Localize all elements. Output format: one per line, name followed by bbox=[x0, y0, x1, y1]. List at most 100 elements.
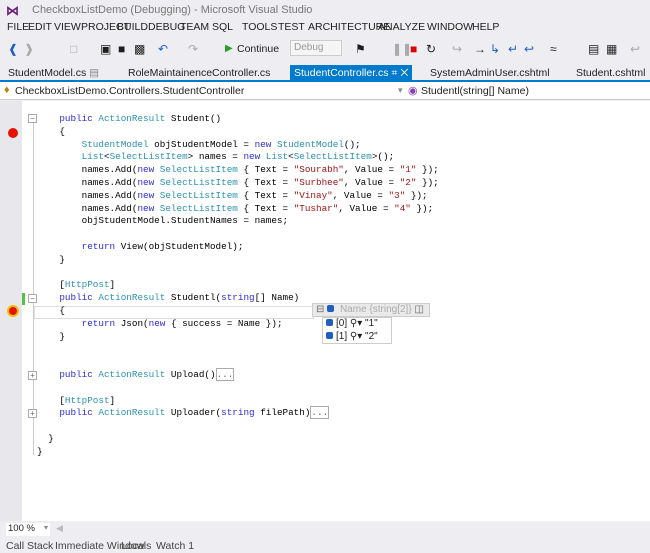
stop-icon[interactable]: ■ bbox=[410, 41, 417, 57]
tab-systemadminuser-cshtml[interactable]: SystemAdminUser.cshtml bbox=[426, 65, 554, 81]
close-icon[interactable]: ✕ bbox=[400, 67, 408, 79]
code-line: [HttpPost] bbox=[37, 278, 115, 291]
tab-watch-1[interactable]: Watch 1 bbox=[156, 540, 194, 552]
zoom-dropdown[interactable]: 100 % ▾ bbox=[6, 523, 50, 536]
tab-label: StudentController.cs bbox=[294, 67, 389, 79]
code-token: "Tushar" bbox=[293, 202, 339, 214]
tab-student-cshtml[interactable]: Student.cshtml bbox=[572, 65, 649, 81]
code-token: (); bbox=[343, 138, 361, 150]
menu-test[interactable]: TEST bbox=[278, 21, 305, 33]
code-token: { Text = bbox=[237, 177, 294, 188]
outline-line bbox=[33, 115, 34, 455]
menu-edit[interactable]: EDIT bbox=[28, 21, 52, 33]
item-value[interactable]: "2" bbox=[365, 331, 378, 342]
menu-team[interactable]: TEAM bbox=[180, 21, 209, 33]
member-dropdown[interactable]: Studentl(string[] Name) bbox=[421, 85, 529, 97]
pin-icon[interactable]: ◫ bbox=[414, 304, 423, 315]
menu-window[interactable]: WINDOW bbox=[427, 21, 473, 33]
save-icon[interactable]: ■ bbox=[118, 41, 125, 57]
magnifier-icon[interactable]: ⚲▾ bbox=[350, 318, 362, 329]
code-line: [HttpPost] bbox=[37, 394, 115, 407]
item-index: [1] bbox=[336, 330, 348, 342]
menu-view[interactable]: VIEW bbox=[54, 21, 81, 33]
redo-icon[interactable]: ↷ bbox=[188, 41, 198, 57]
class-dropdown[interactable]: CheckboxListDemo.Controllers.StudentCont… bbox=[15, 85, 244, 97]
code-token: "2" bbox=[399, 177, 417, 188]
expand-icon[interactable]: + bbox=[28, 409, 37, 418]
tab-studentcontroller-cs[interactable]: StudentController.cs ⌗ ✕ bbox=[290, 65, 413, 81]
stack-icon[interactable]: ▦ bbox=[606, 41, 617, 57]
magnifier-icon[interactable]: ⚲▾ bbox=[350, 331, 362, 342]
continue-icon[interactable]: ▶ bbox=[225, 41, 233, 57]
collapsed-region-button[interactable]: ... bbox=[215, 368, 235, 381]
show-next-icon[interactable]: ↪ bbox=[452, 41, 462, 57]
collapsed-region-button[interactable]: ... bbox=[310, 406, 330, 420]
expand-icon[interactable]: + bbox=[28, 371, 37, 380]
code-line: public ActionResult Student() bbox=[37, 112, 221, 125]
solution-config-dropdown[interactable]: Debug bbox=[290, 40, 342, 56]
editor-status-bar: 100 % ▾ ◀ bbox=[0, 522, 650, 537]
tab-label: Student.cshtml bbox=[576, 67, 646, 79]
menu-help[interactable]: HELP bbox=[472, 21, 499, 33]
continue-button[interactable]: Continue bbox=[237, 41, 279, 57]
tab-locals[interactable]: Locals bbox=[121, 540, 151, 552]
code-token: Student() bbox=[170, 113, 222, 124]
code-token: StudentModel bbox=[276, 138, 344, 150]
collapse-icon[interactable]: − bbox=[28, 294, 37, 303]
collapse-icon[interactable]: − bbox=[28, 114, 37, 123]
menu-analyze[interactable]: ANALYZE bbox=[378, 21, 425, 33]
tab-studentmodel-cs[interactable]: StudentModel.cs ▤ bbox=[4, 65, 103, 81]
step-into-icon[interactable]: → bbox=[474, 41, 486, 57]
undo-icon[interactable]: ↶ bbox=[158, 41, 168, 57]
menu-sql[interactable]: SQL bbox=[212, 21, 233, 33]
code-token: names.Add( bbox=[37, 177, 138, 188]
zoom-level: 100 % bbox=[8, 523, 35, 534]
step-back-icon[interactable]: ↩ bbox=[524, 41, 534, 57]
item-value[interactable]: "1" bbox=[365, 318, 378, 329]
menu-tools[interactable]: TOOLS bbox=[242, 21, 277, 33]
restart-icon[interactable]: ↻ bbox=[426, 41, 436, 57]
datatip-item[interactable]: [1] ⚲▾ "2" bbox=[326, 331, 388, 344]
datatip-item[interactable]: [0] ⚲▾ "1" bbox=[326, 318, 388, 331]
step-out-icon[interactable]: ↵ bbox=[508, 41, 518, 57]
menu-file[interactable]: FILE bbox=[7, 21, 29, 33]
attach-icon[interactable]: ⚑ bbox=[355, 41, 366, 57]
tab-call-stack[interactable]: Call Stack bbox=[6, 540, 53, 552]
open-icon[interactable]: ▣ bbox=[100, 41, 111, 57]
new-project-icon[interactable]: □ bbox=[70, 41, 77, 57]
code-token: }); bbox=[416, 164, 439, 176]
pin-icon[interactable]: ⌗ bbox=[389, 67, 401, 79]
menu-build[interactable]: BUILD bbox=[117, 21, 148, 33]
hex-icon[interactable]: ≈ bbox=[550, 41, 557, 57]
code-token: } bbox=[37, 330, 65, 342]
code-token: { Text = bbox=[237, 189, 294, 201]
code-token: [ bbox=[37, 279, 65, 291]
code-token: { Text = bbox=[237, 164, 294, 176]
code-line: List<SelectListItem> names = new List<Se… bbox=[37, 150, 395, 163]
code-token: "Vinay" bbox=[293, 189, 333, 201]
code-token: new bbox=[137, 189, 160, 201]
chevron-down-icon[interactable]: ▾ bbox=[398, 85, 403, 96]
variable-icon bbox=[326, 331, 333, 339]
save-all-icon[interactable]: ▩ bbox=[134, 41, 145, 57]
collapse-icon[interactable]: ⊟ bbox=[316, 304, 324, 315]
tab-rolemaintainencecontroller-cs[interactable]: RoleMaintainenceController.cs bbox=[124, 65, 274, 81]
datatip-header[interactable]: ⊟ Name {string[2]} ◫ bbox=[312, 303, 430, 317]
current-breakpoint-icon[interactable] bbox=[7, 305, 19, 317]
breakpoint-icon[interactable] bbox=[8, 128, 18, 138]
back-icon[interactable]: ❰ bbox=[8, 41, 18, 57]
scroll-left-icon[interactable]: ◀ bbox=[56, 523, 63, 534]
code-token: List bbox=[81, 151, 104, 163]
code-token: return bbox=[81, 317, 121, 329]
forward-icon[interactable]: ❱ bbox=[24, 41, 34, 57]
toolbar-overflow-icon[interactable]: ↩ bbox=[630, 41, 640, 57]
chevron-down-icon[interactable]: ▾ bbox=[44, 523, 48, 532]
step-over-icon[interactable]: ↳ bbox=[490, 41, 500, 57]
code-token: } bbox=[37, 253, 65, 265]
toolbar: ❰ ❱ □ ▣ ■ ▩ ↶ ↷ ▶ Continue Debug ⚑ ❚❚ ■ … bbox=[0, 38, 650, 60]
threads-icon[interactable]: ▤ bbox=[588, 41, 599, 57]
code-token: { bbox=[37, 305, 65, 316]
datatip-name: Name bbox=[339, 304, 367, 315]
